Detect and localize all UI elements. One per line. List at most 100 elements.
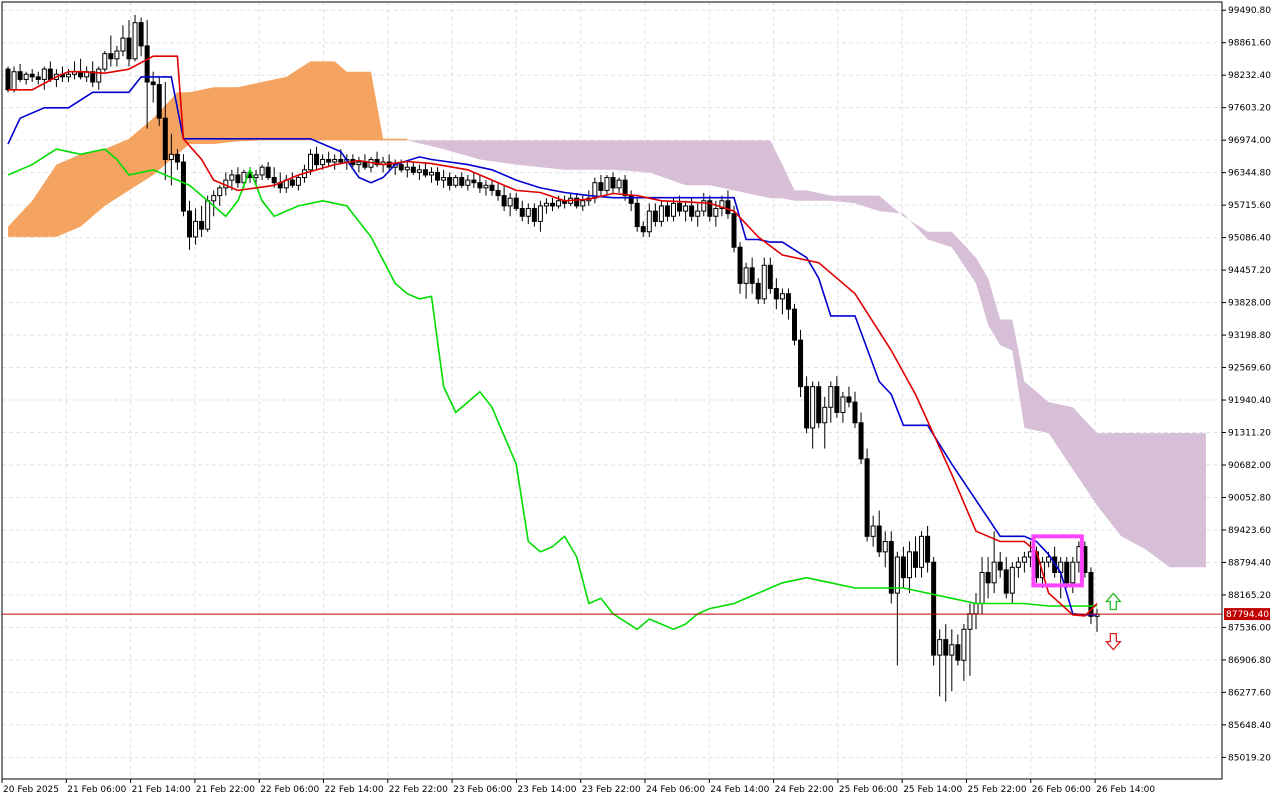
candle-bullish <box>416 169 422 173</box>
candle-bearish <box>550 202 555 207</box>
price-tick-label: 94457.20 <box>1228 266 1271 276</box>
candle-bullish <box>11 71 17 91</box>
candle-bullish <box>259 166 265 176</box>
candle-bullish <box>810 386 816 429</box>
candle-bullish <box>580 200 586 207</box>
candle-bearish <box>271 177 277 184</box>
candle-bearish <box>913 551 918 568</box>
price-tick-label: 87536.00 <box>1228 623 1271 633</box>
candle-bullish <box>961 628 967 661</box>
candle-bullish <box>822 406 828 424</box>
candle-bullish <box>1015 561 1021 568</box>
candle-bearish <box>628 195 634 204</box>
time-tick-label: 24 Feb 14:00 <box>710 785 769 795</box>
candle-bullish <box>114 50 120 60</box>
candle-bearish <box>5 68 11 91</box>
candle-bearish <box>326 158 332 163</box>
price-tick-label: 85648.40 <box>1228 721 1271 731</box>
candle-bullish <box>205 200 211 230</box>
candle-bearish <box>338 158 344 163</box>
time-tick-label: 21 Feb 06:00 <box>67 785 126 795</box>
candle-bearish <box>138 22 144 47</box>
time-tick-label: 23 Feb 06:00 <box>453 785 512 795</box>
candle-bearish <box>640 226 646 233</box>
candle-bullish <box>658 205 664 222</box>
candle-bearish <box>162 117 168 160</box>
price-tick-label: 90052.80 <box>1228 493 1271 503</box>
candle-bullish <box>840 396 846 413</box>
candle-bullish <box>743 267 749 284</box>
time-tick-label: 23 Feb 14:00 <box>517 785 576 795</box>
candle-bullish <box>253 174 259 179</box>
candle-bullish <box>332 158 338 163</box>
candle-bearish <box>888 541 894 594</box>
candle-bullish <box>882 541 888 553</box>
candle-bullish <box>295 177 301 186</box>
time-tick-label: 22 Feb 06:00 <box>260 785 319 795</box>
candle-bearish <box>108 53 114 60</box>
candle-bullish <box>937 639 943 656</box>
price-tick-label: 98861.60 <box>1228 39 1271 49</box>
candle-bullish <box>1009 566 1015 594</box>
time-tick-label: 20 Feb 2025 <box>3 785 59 795</box>
kumo-cloud <box>8 61 1206 568</box>
candle-bearish <box>610 177 616 189</box>
candle-bearish <box>489 184 495 191</box>
candle-bearish <box>289 179 295 186</box>
candle-bearish <box>816 386 822 424</box>
candle-bearish <box>477 182 483 189</box>
candle-bearish <box>471 179 477 184</box>
candle-bearish <box>955 644 961 661</box>
candle-bearish <box>689 205 695 217</box>
price-tick-label: 86906.80 <box>1228 656 1271 666</box>
candle-bearish <box>731 213 737 248</box>
price-tick-label: 88794.40 <box>1228 558 1271 568</box>
candle-bullish <box>507 197 513 207</box>
candle-bearish <box>519 208 525 217</box>
candle-bullish <box>604 177 610 191</box>
candle-bearish <box>997 561 1003 571</box>
candle-bearish <box>664 205 670 217</box>
candle-bullish <box>404 166 410 171</box>
candle-bearish <box>1064 561 1070 584</box>
candle-bearish <box>798 339 804 388</box>
candle-bullish <box>525 208 531 217</box>
candle-bearish <box>864 458 870 537</box>
candle-bearish <box>501 195 507 207</box>
candle-bullish <box>308 153 313 171</box>
candle-bullish <box>870 525 876 537</box>
candle-bearish <box>314 153 320 166</box>
candle-bearish <box>459 177 465 186</box>
candle-bullish <box>66 73 71 78</box>
time-tick-label: 26 Feb 06:00 <box>1032 785 1091 795</box>
candle-bearish <box>652 210 658 222</box>
candle-bearish <box>235 174 241 184</box>
price-tick-label: 91940.40 <box>1228 396 1271 406</box>
candle-bearish <box>598 182 604 191</box>
price-tick-label: 88165.20 <box>1228 591 1271 601</box>
candle-bullish <box>356 161 362 166</box>
candle-bearish <box>755 282 761 300</box>
arrow-up-icon <box>1104 592 1122 611</box>
candle-bearish <box>126 37 132 60</box>
candle-bullish <box>537 205 543 222</box>
candle-bearish <box>47 68 53 80</box>
candle-bearish <box>17 71 23 80</box>
candle-bearish <box>495 189 501 197</box>
kumo-bearish <box>407 140 1206 568</box>
candle-bullish <box>211 195 217 202</box>
price-tick-label: 96974.00 <box>1228 136 1271 146</box>
time-tick-label: 24 Feb 22:00 <box>775 785 834 795</box>
candle-bearish <box>931 561 937 656</box>
candle-bearish <box>156 84 162 119</box>
price-tick-label: 96344.80 <box>1228 169 1271 179</box>
candle-bearish <box>846 396 852 403</box>
candle-bearish <box>35 76 41 80</box>
price-tick-label: 95715.60 <box>1228 201 1271 211</box>
price-tick-label: 99490.80 <box>1228 6 1271 16</box>
candle-bullish <box>949 644 955 656</box>
candle-bearish <box>725 200 731 215</box>
candle-bearish <box>174 153 180 163</box>
ichimoku-chart: 87794.40 99490.80 98861.60 98232.40 97603.2… <box>1 1 1271 795</box>
candle-bullish <box>779 293 785 300</box>
